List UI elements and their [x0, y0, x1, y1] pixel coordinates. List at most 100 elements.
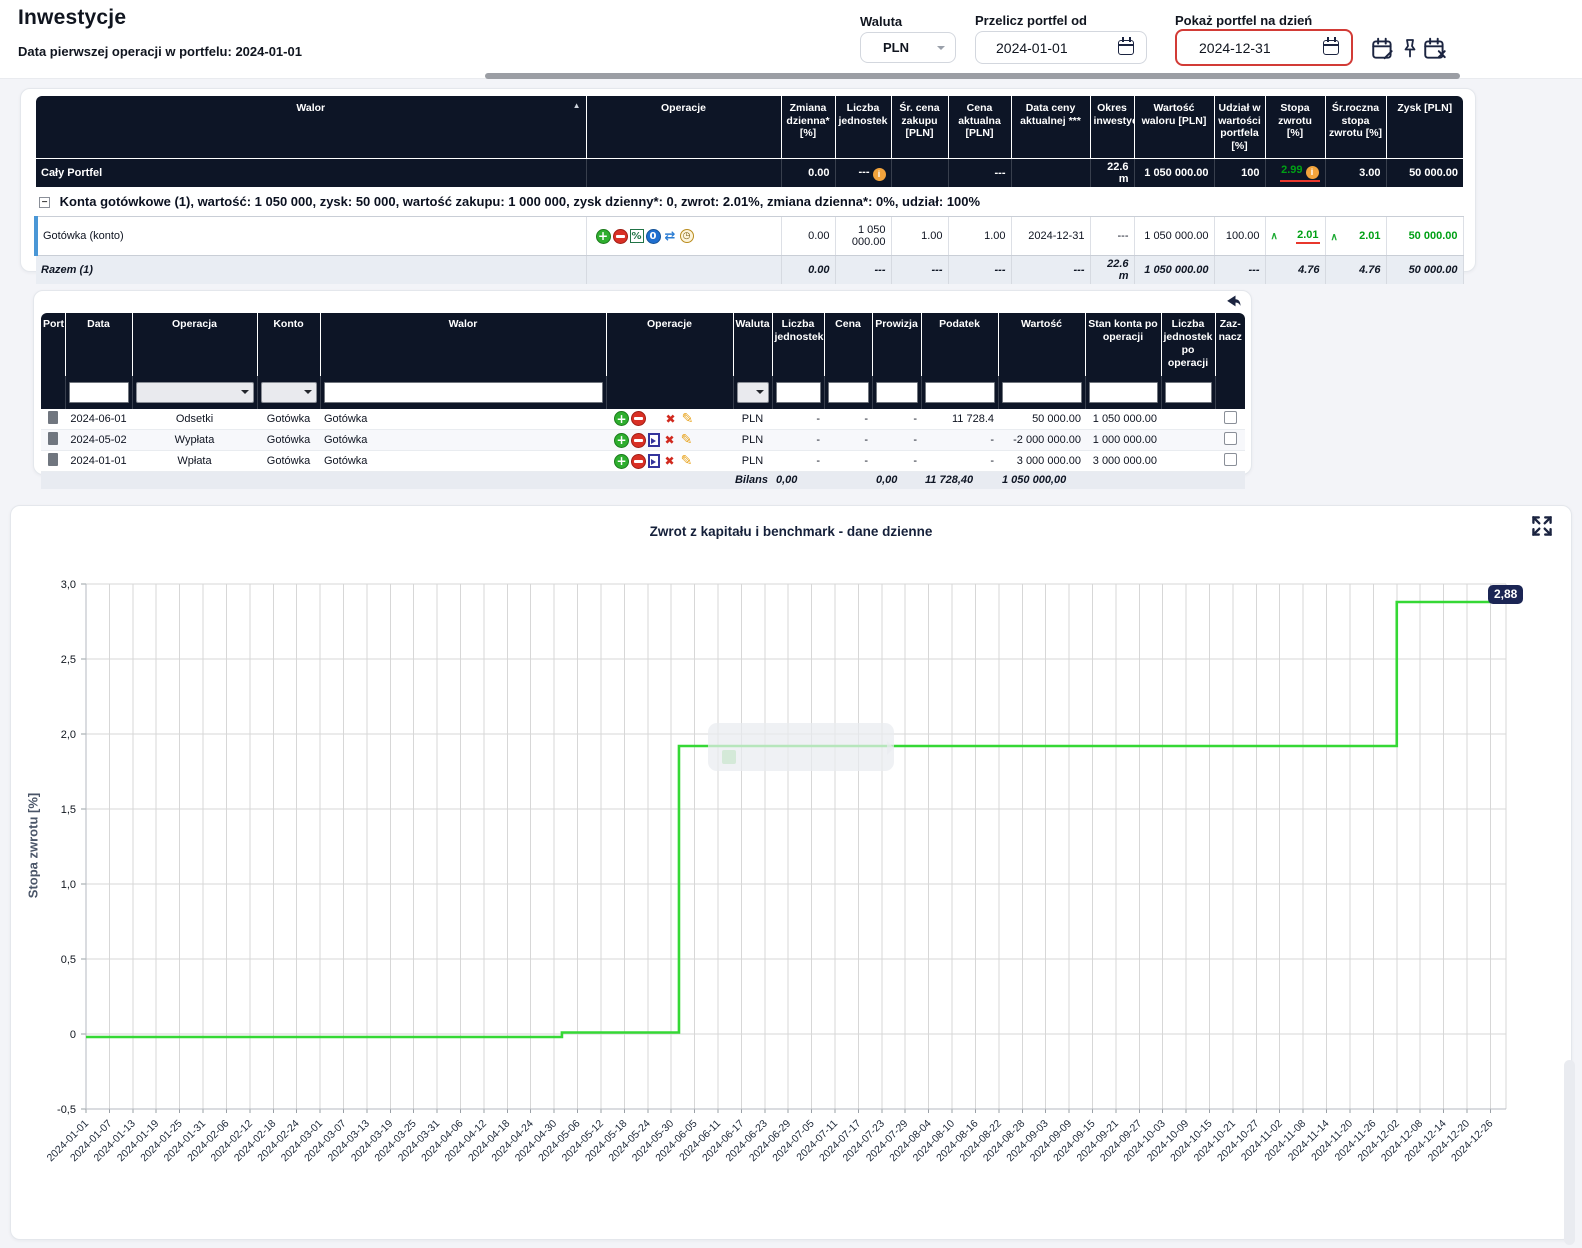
operations-table: Port Data Operacja Konto Walor Operacje …: [41, 313, 1245, 489]
filter-liczba-input[interactable]: [776, 382, 821, 403]
horizontal-scrollbar-thumb[interactable]: [485, 73, 1460, 79]
calendar-icon[interactable]: [1118, 40, 1134, 55]
zero-icon[interactable]: 0: [646, 229, 661, 244]
chart-card: Zwrot z kapitału i benchmark - dane dzie…: [10, 505, 1572, 1240]
balance-row: Bilans 0,00 0,00 11 728,40 1 050 000,00: [41, 472, 1245, 489]
delete-icon[interactable]: ✖: [662, 454, 677, 469]
recalc-from-label: Przelicz portfel od: [975, 13, 1087, 28]
transfer-icon[interactable]: ⇄: [663, 229, 678, 244]
return-line-chart: -0,500,51,01,52,02,53,02024-01-012024-01…: [11, 506, 1573, 1241]
copy-document-icon[interactable]: [648, 433, 660, 447]
portfolio-icon[interactable]: [48, 411, 58, 424]
filter-liczba-po-input[interactable]: [1165, 382, 1212, 403]
recalc-from-date-input[interactable]: 2024-01-01: [975, 31, 1147, 64]
col-wartosc: Wartość: [998, 313, 1085, 376]
col-sr-roczna[interactable]: Śr.roczna stopa zwrotu [%]: [1325, 96, 1386, 159]
pin-button[interactable]: [1398, 36, 1424, 62]
remove-operation-icon[interactable]: [631, 411, 646, 426]
col-walor[interactable]: Walor▲: [36, 96, 586, 159]
show-on-date-label: Pokaż portfel na dzień: [1175, 13, 1312, 28]
recalc-from-value: 2024-01-01: [996, 40, 1068, 56]
row-select-checkbox[interactable]: [1224, 453, 1237, 466]
svg-text:1,5: 1,5: [61, 804, 76, 816]
svg-text:2,0: 2,0: [61, 729, 76, 741]
col-sr-cena-zakupu[interactable]: Śr. cena zakupu [PLN]: [891, 96, 948, 159]
svg-text:1,0: 1,0: [61, 879, 76, 891]
remove-operation-icon[interactable]: [631, 454, 646, 469]
show-on-date-value: 2024-12-31: [1199, 40, 1271, 56]
col-udzial[interactable]: Udział w wartości portfela [%]: [1214, 96, 1265, 159]
col-operacje: Operacje: [606, 313, 733, 376]
operation-row: 2024-06-01 Odsetki Gotówka Gotówka + ✖ ✎…: [41, 409, 1245, 430]
copy-document-icon[interactable]: [648, 454, 660, 468]
info-icon[interactable]: i: [873, 168, 886, 181]
group-row-cash-accounts: − Konta gotówkowe (1), wartość: 1 050 00…: [36, 187, 1463, 217]
delete-icon[interactable]: ✖: [662, 433, 677, 448]
col-zaznacz: Zaz­nacz: [1215, 313, 1245, 376]
edit-icon[interactable]: ✎: [680, 411, 695, 426]
balance-label: Bilans: [41, 472, 772, 489]
info-icon[interactable]: i: [1306, 166, 1319, 179]
filter-data-input[interactable]: [69, 382, 129, 403]
col-zmiana-dzienna[interactable]: Zmiana dzienna* [%]: [781, 96, 835, 159]
col-data: Data: [65, 313, 132, 376]
col-okres[interactable]: Okres inwestycji: [1090, 96, 1134, 159]
history-icon[interactable]: ◷: [680, 229, 694, 243]
filter-prowizja-input[interactable]: [876, 382, 918, 403]
col-wartosc-waloru[interactable]: Wartość waloru [PLN]: [1134, 96, 1214, 159]
add-operation-icon[interactable]: +: [614, 454, 629, 469]
page-scrollbar-thumb[interactable]: [1564, 1060, 1575, 1245]
remove-operation-icon[interactable]: [613, 229, 628, 244]
collapse-group-button[interactable]: −: [39, 197, 50, 208]
undo-icon: [1223, 293, 1243, 313]
table-row-sum: Razem (1) 0.00 --- --- --- --- 22.6 m 1 …: [36, 256, 1463, 285]
calendar-icon[interactable]: [1323, 40, 1339, 55]
col-operacje[interactable]: Operacje: [586, 96, 781, 159]
row-select-checkbox[interactable]: [1224, 411, 1237, 424]
calendar-remove-button[interactable]: [1422, 36, 1448, 62]
col-cena-aktualna[interactable]: Cena aktualna [PLN]: [948, 96, 1011, 159]
currency-select[interactable]: PLN: [860, 32, 956, 63]
undo-button[interactable]: [1223, 293, 1243, 313]
chevron-down-icon: [756, 390, 764, 398]
col-zysk[interactable]: Zysk [PLN]: [1386, 96, 1463, 159]
remove-operation-icon[interactable]: [631, 433, 646, 448]
filter-konto-select[interactable]: [261, 382, 317, 403]
add-operation-icon[interactable]: +: [614, 411, 629, 426]
col-cena: Cena: [824, 313, 872, 376]
filter-podatek-input[interactable]: [925, 382, 995, 403]
col-konto: Konto: [257, 313, 320, 376]
delete-icon[interactable]: ✖: [663, 411, 678, 426]
calendar-edit-button[interactable]: [1370, 36, 1396, 62]
col-data-ceny[interactable]: Data ceny aktualnej ***: [1011, 96, 1090, 159]
caret-up-icon: ∧: [1331, 232, 1338, 243]
last-value-badge: 2,88: [1488, 585, 1523, 604]
add-operation-icon[interactable]: +: [596, 229, 611, 244]
svg-text:3,0: 3,0: [61, 579, 76, 591]
filter-cena-input[interactable]: [828, 382, 869, 403]
col-stopa-zwrotu[interactable]: Stopa zwrotu [%]: [1265, 96, 1325, 159]
currency-value: PLN: [883, 40, 909, 55]
pin-icon: [1398, 36, 1422, 62]
col-liczba-jednostek: Liczba jednostek: [772, 313, 824, 376]
portfolio-icon[interactable]: [48, 432, 58, 445]
filter-wartosc-input[interactable]: [1002, 382, 1082, 403]
show-on-date-input[interactable]: 2024-12-31: [1175, 29, 1353, 66]
col-liczba-po-operacji: Liczba jednostek po operacji: [1161, 313, 1215, 376]
edit-icon[interactable]: ✎: [679, 433, 694, 448]
edit-icon[interactable]: ✎: [679, 454, 694, 469]
filter-stan-konta-input[interactable]: [1089, 382, 1158, 403]
portfolio-icon[interactable]: [48, 453, 58, 466]
filter-walor-input[interactable]: [324, 382, 603, 403]
filter-operacja-select[interactable]: [136, 382, 254, 403]
row-select-checkbox[interactable]: [1224, 432, 1237, 445]
page-title: Inwestycje: [18, 6, 126, 30]
excel-percent-icon[interactable]: %: [630, 229, 644, 243]
table-row-total: Cały Portfel 0.00 ---i --- 22.6 m 1 050 …: [36, 159, 1463, 188]
row-name: Gotówka (konto): [36, 217, 586, 256]
col-liczba-jednostek[interactable]: Liczba jednostek: [835, 96, 891, 159]
filter-waluta-select[interactable]: [737, 382, 769, 403]
portfolio-table-card: Walor▲ Operacje Zmiana dzienna* [%] Licz…: [20, 88, 1476, 272]
add-operation-icon[interactable]: +: [614, 433, 629, 448]
col-port: Port: [41, 313, 65, 376]
